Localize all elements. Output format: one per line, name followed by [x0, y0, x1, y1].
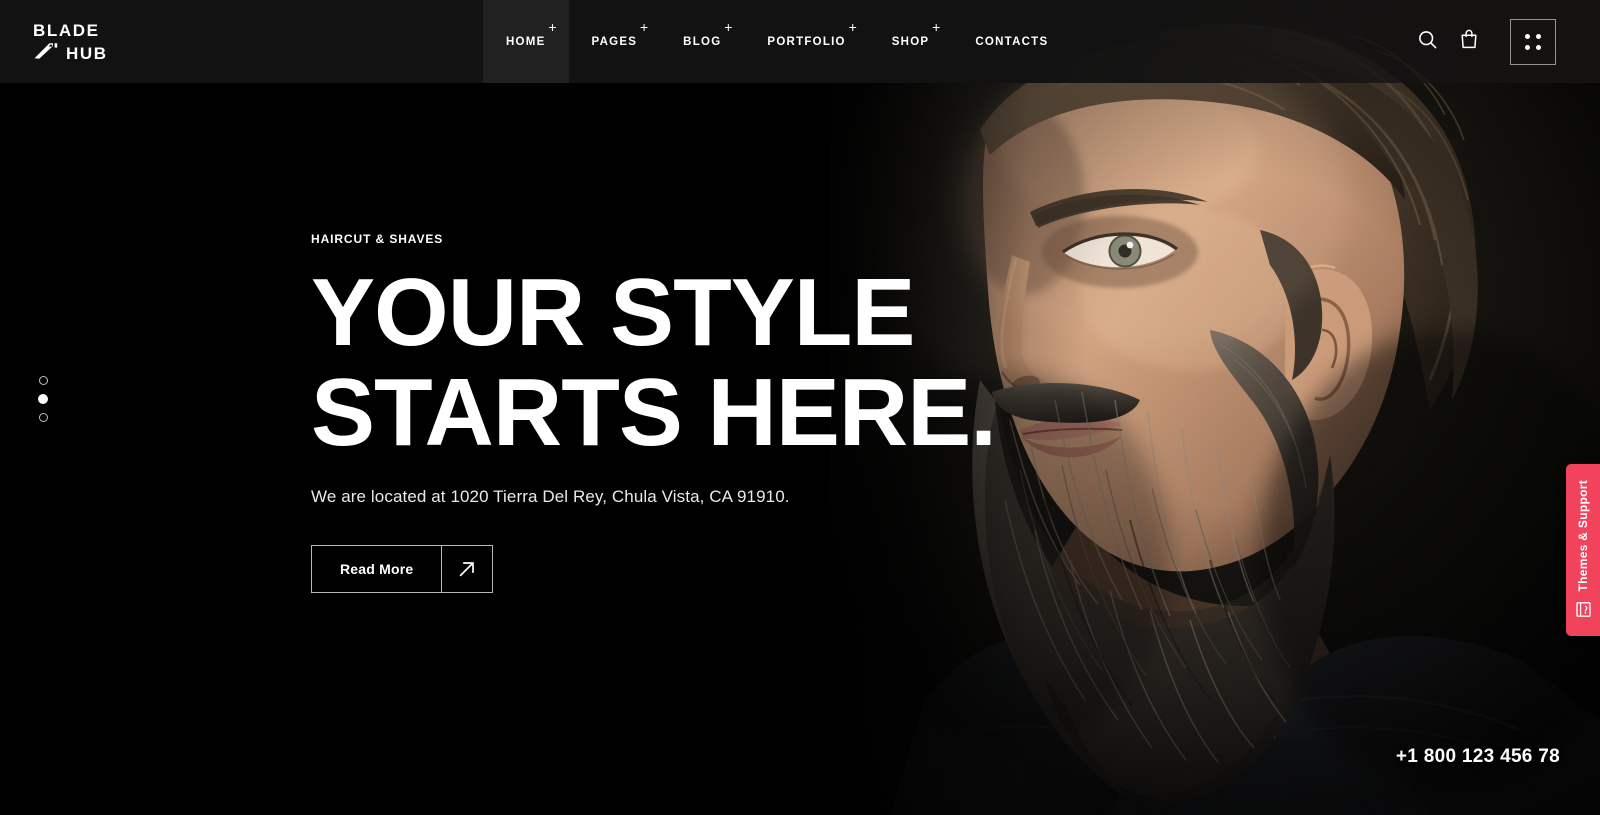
slider-dot-1[interactable]	[38, 376, 48, 385]
grid-menu-button[interactable]	[1510, 18, 1556, 65]
book-support-icon	[1575, 601, 1592, 623]
phone-number[interactable]: +1 800 123 456 78	[1396, 746, 1560, 768]
nav-label-shop: SHOP	[891, 35, 930, 48]
search-button[interactable]	[1406, 21, 1448, 63]
main-navigation: HOME + PAGES + BLOG + PORTFOLIO + SHOP +…	[483, 0, 1071, 83]
nav-item-shop[interactable]: SHOP +	[869, 0, 953, 83]
themes-support-label: Themes & Support	[1576, 480, 1590, 592]
nav-item-home[interactable]: HOME +	[483, 0, 569, 83]
hero-subline: We are located at 1020 Tierra Del Rey, C…	[311, 487, 790, 506]
read-more-button[interactable]: Read More	[311, 545, 494, 593]
page-root: BLADE HUB HOME + PAGES + BLOG + PORTFOLI…	[0, 0, 1600, 815]
logo-text-line2: HUB	[66, 44, 108, 63]
cart-button[interactable]	[1448, 21, 1490, 63]
site-logo[interactable]: BLADE HUB	[33, 21, 203, 65]
slider-dot-3[interactable]	[38, 413, 48, 422]
submenu-plus-icon-blog: +	[724, 19, 733, 35]
nav-label-blog: BLOG	[683, 35, 722, 48]
header-actions	[1406, 0, 1600, 83]
hero-headline-line2: STARTS HERE.	[311, 359, 997, 466]
nav-label-contacts: CONTACTS	[975, 35, 1049, 48]
nav-item-pages[interactable]: PAGES +	[569, 0, 661, 83]
hero-eyebrow: HAIRCUT & SHAVES	[311, 232, 444, 246]
slider-pagination	[38, 376, 48, 422]
slider-dot-2[interactable]	[38, 394, 48, 404]
hero-content: HAIRCUT & SHAVES YOUR STYLE STARTS HERE.…	[311, 232, 1071, 593]
submenu-plus-icon-shop: +	[932, 19, 941, 35]
razor-blade-icon	[33, 42, 59, 65]
shopping-bag-icon	[1460, 29, 1478, 54]
submenu-plus-icon-pages: +	[639, 19, 649, 35]
search-icon	[1418, 30, 1437, 54]
nav-item-contacts[interactable]: CONTACTS	[952, 0, 1071, 83]
submenu-plus-icon-home: +	[548, 19, 557, 35]
nav-label-pages: PAGES	[591, 35, 638, 48]
submenu-plus-icon-portfolio: +	[848, 19, 857, 35]
hero-headline-line1: YOUR STYLE	[311, 259, 915, 366]
nav-label-home: HOME	[506, 35, 546, 48]
logo-text-line1: BLADE	[33, 21, 100, 40]
arrow-up-right-icon	[441, 546, 492, 592]
nav-item-portfolio[interactable]: PORTFOLIO +	[744, 0, 868, 83]
themes-support-tab[interactable]: Themes & Support	[1566, 464, 1600, 636]
read-more-label: Read More	[340, 561, 414, 577]
nav-item-blog[interactable]: BLOG +	[660, 0, 744, 83]
site-header: BLADE HUB HOME + PAGES + BLOG + PORTFOLI…	[0, 0, 1600, 83]
grid-dots-icon	[1525, 33, 1541, 50]
hero-headline: YOUR STYLE STARTS HERE.	[311, 263, 1071, 463]
nav-label-portfolio: PORTFOLIO	[767, 35, 846, 48]
